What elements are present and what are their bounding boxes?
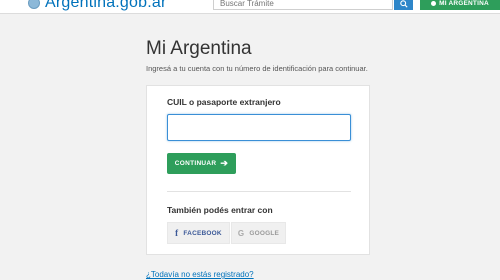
arrow-right-icon: ➔ <box>220 158 229 168</box>
register-link[interactable]: ¿Todavía no estás registrado? <box>146 270 254 279</box>
google-button[interactable]: G GOOGLE <box>231 222 286 244</box>
page-subtitle: Ingresá a tu cuenta con tu número de ide… <box>146 64 368 73</box>
facebook-label: FACEBOOK <box>183 229 222 237</box>
mi-argentina-label: MI ARGENTINA <box>439 0 489 7</box>
continue-label: CONTINUAR <box>174 160 217 167</box>
search-icon <box>399 0 408 8</box>
login-card: CUIL o pasaporte extranjero CONTINUAR ➔ … <box>146 85 370 255</box>
continue-button[interactable]: CONTINUAR ➔ <box>167 153 236 174</box>
top-navbar: Argentina.gob.ar MI ARGENTINA <box>0 0 500 14</box>
divider <box>167 191 351 192</box>
id-input[interactable] <box>167 114 351 141</box>
facebook-icon: f <box>175 228 179 238</box>
search-input[interactable] <box>213 0 393 10</box>
coat-of-arms-icon <box>28 0 40 9</box>
id-field-label: CUIL o pasaporte extranjero <box>167 97 281 107</box>
alt-login-label: También podés entrar con <box>167 205 273 215</box>
brand-name: Argentina.gob.ar <box>45 0 167 11</box>
brand-logo[interactable]: Argentina.gob.ar <box>28 0 167 12</box>
search-button[interactable] <box>394 0 413 10</box>
user-icon <box>431 1 437 6</box>
mi-argentina-button[interactable]: MI ARGENTINA <box>420 0 500 10</box>
google-label: GOOGLE <box>249 229 280 237</box>
google-icon: G <box>237 228 245 238</box>
page-title: Mi Argentina <box>146 38 252 59</box>
facebook-button[interactable]: f FACEBOOK <box>167 222 230 244</box>
